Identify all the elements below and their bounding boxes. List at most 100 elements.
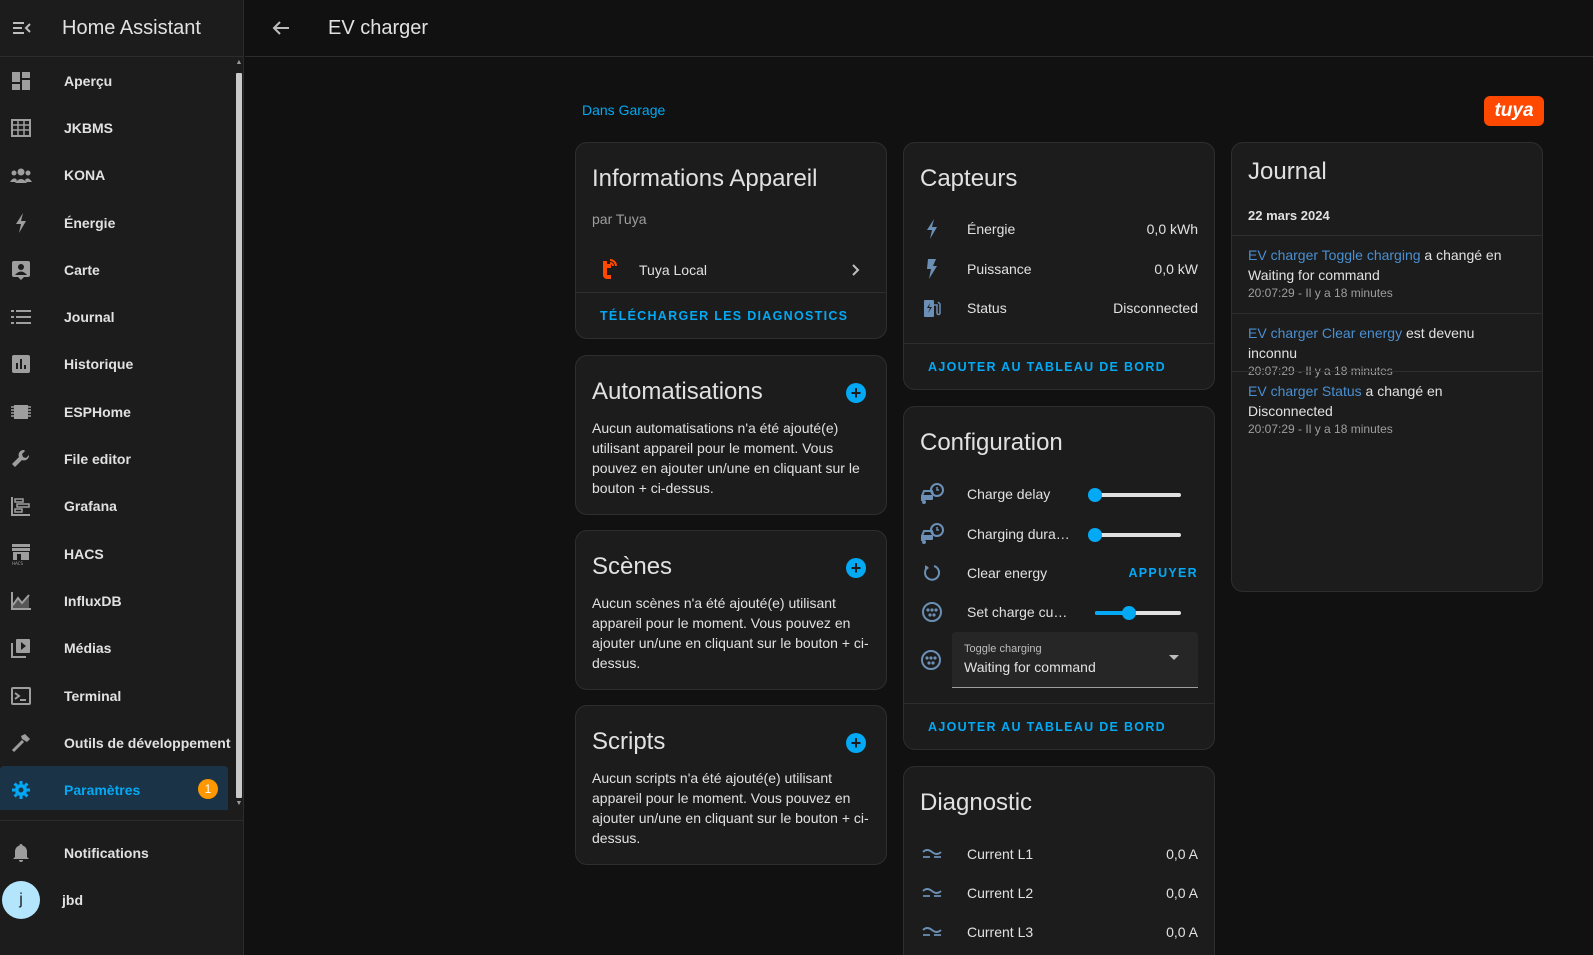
ev-station-icon (920, 296, 944, 320)
sidebar-item-label: Grafana (64, 498, 117, 515)
page-title: EV charger (328, 16, 429, 39)
add-to-dashboard-button[interactable]: AJOUTER AU TABLEAU DE BORD (904, 703, 1214, 749)
back-arrow-icon[interactable] (261, 8, 301, 48)
sensor-row-status[interactable]: Status Disconnected (920, 288, 1198, 328)
lightning-icon (10, 212, 32, 234)
logbook-entry: EV charger Toggle charging a changé en W… (1232, 235, 1542, 300)
logbook-entity-link[interactable]: EV charger Clear energy (1248, 325, 1402, 341)
sidebar-item-parametres[interactable]: Paramètres 1 (0, 766, 228, 810)
diagnostic-card: Diagnostic Current L1 0,0 A Current L2 0… (903, 766, 1215, 955)
scroll-down-arrow-icon[interactable]: ▼ (235, 800, 243, 808)
current-ac-icon (920, 881, 944, 905)
bell-icon (10, 842, 32, 864)
automations-empty-text: Aucun automatisations n'a été ajouté(e) … (592, 420, 860, 496)
table-icon (10, 117, 32, 139)
diagnostic-value: 0,0 A (1166, 846, 1198, 862)
notification-badge: 1 (198, 779, 218, 800)
sidebar-item-label: Terminal (64, 687, 122, 704)
add-to-dashboard-button[interactable]: AJOUTER AU TABLEAU DE BORD (904, 343, 1214, 389)
toggle-charging-select[interactable]: Toggle charging Waiting for command (952, 632, 1198, 688)
sidebar-item-label: Carte (64, 261, 100, 278)
play-box-icon (10, 637, 32, 659)
logbook-card: Journal 22 mars 2024 EV charger Toggle c… (1231, 142, 1543, 592)
menu-collapse-icon[interactable] (2, 8, 42, 48)
sidebar-item-terminal[interactable]: Terminal (0, 672, 236, 719)
scrollbar-thumb[interactable] (236, 73, 242, 798)
ev-plug-icon (920, 600, 944, 624)
chevron-right-icon (852, 264, 860, 276)
chip-icon (10, 401, 32, 423)
logbook-entity-link[interactable]: EV charger Status (1248, 383, 1362, 399)
device-info-card: Informations Appareil par Tuya Tuya Loca… (575, 142, 887, 339)
scripts-empty-text: Aucun scripts n'a été ajouté(e) utilisan… (592, 770, 869, 846)
sidebar-item-label: ESPHome (64, 403, 131, 420)
sidebar-item-hacs[interactable]: HACS HACS (0, 530, 236, 577)
set-charge-current-slider[interactable] (1095, 606, 1181, 620)
download-diagnostics-button[interactable]: TÉLÉCHARGER LES DIAGNOSTICS (576, 292, 886, 338)
sidebar-item-label: Énergie (64, 214, 116, 231)
sidebar-item-esphome[interactable]: ESPHome (0, 388, 236, 435)
app-title: Home Assistant (62, 16, 201, 39)
map-person-icon (10, 259, 32, 281)
sidebar-item-label: InfluxDB (64, 592, 122, 609)
slider-knob[interactable] (1088, 528, 1102, 542)
card-title: Automatisations (592, 378, 763, 405)
wrench-icon (10, 448, 32, 470)
sidebar-scrollbar[interactable]: ▲ ▼ (234, 57, 244, 810)
config-name: Set charge cu… (967, 604, 1068, 620)
logbook-entity-link[interactable]: EV charger Toggle charging (1248, 247, 1421, 263)
sidebar-item-label: Aperçu (64, 72, 113, 89)
card-title: Scripts (592, 728, 666, 755)
card-title: Scènes (592, 553, 673, 580)
sidebar-item-outils-developpement[interactable]: Outils de développement (0, 719, 236, 766)
scenes-card: Scènes + Aucun scènes n'a été ajouté(e) … (575, 530, 887, 690)
tuya-integration-icon (596, 258, 620, 282)
diagnostic-row-current-l3[interactable]: Current L3 0,0 A (920, 912, 1198, 952)
sidebar-nav: Aperçu JKBMS KONA Énergie Carte Journal (0, 57, 236, 810)
press-button[interactable]: APPUYER (1128, 566, 1198, 580)
sidebar-item-influxdb[interactable]: InfluxDB (0, 577, 236, 624)
charge-delay-slider[interactable] (1088, 488, 1181, 502)
sensor-row-energie[interactable]: Énergie 0,0 kWh (920, 209, 1198, 249)
sidebar-item-carte[interactable]: Carte (0, 246, 236, 293)
sidebar-item-historique[interactable]: Historique (0, 341, 236, 388)
slider-knob[interactable] (1088, 488, 1102, 502)
diagnostic-name: Current L1 (967, 846, 1034, 862)
store-icon: HACS (10, 543, 32, 565)
sensor-value: 0,0 kWh (1146, 221, 1198, 237)
sidebar-item-apercu[interactable]: Aperçu (0, 57, 236, 104)
tuya-brand-logo: tuya (1484, 96, 1544, 126)
sidebar-item-file-editor[interactable]: File editor (0, 435, 236, 482)
charging-duration-slider[interactable] (1088, 528, 1181, 542)
area-breadcrumb-link[interactable]: Dans Garage (582, 102, 665, 118)
sidebar-item-medias[interactable]: Médias (0, 625, 236, 672)
add-script-button[interactable]: + (846, 733, 866, 753)
automations-card: Automatisations + Aucun automatisations … (575, 355, 887, 515)
diagnostic-row-current-l1[interactable]: Current L1 0,0 A (920, 834, 1198, 874)
sidebar-item-user[interactable]: j jbd (0, 876, 244, 923)
topbar: EV charger (245, 0, 1593, 57)
sensor-row-puissance[interactable]: Puissance 0,0 kW (920, 249, 1198, 289)
sidebar-item-kona[interactable]: KONA (0, 152, 236, 199)
sidebar-item-jkbms[interactable]: JKBMS (0, 104, 236, 151)
ev-plug-icon (920, 649, 942, 671)
sidebar-header: Home Assistant (0, 0, 243, 57)
logbook-timestamp: 20:07:29 - Il y a 18 minutes (1248, 422, 1393, 436)
sidebar-item-label: JKBMS (64, 119, 114, 136)
sidebar-item-label: Notifications (64, 844, 149, 861)
card-title: Diagnostic (920, 789, 1033, 816)
add-automation-button[interactable]: + (846, 383, 866, 403)
sidebar-item-journal[interactable]: Journal (0, 293, 236, 340)
sidebar: Home Assistant Aperçu JKBMS KONA Énergie (0, 0, 244, 955)
dashboard-icon (10, 70, 32, 92)
chart-bar-icon (10, 353, 32, 375)
scroll-up-arrow-icon[interactable]: ▲ (235, 59, 243, 67)
integration-row[interactable]: Tuya Local (576, 248, 886, 292)
diagnostic-row-current-l2[interactable]: Current L2 0,0 A (920, 873, 1198, 913)
add-scene-button[interactable]: + (846, 558, 866, 578)
sidebar-item-energie[interactable]: Énergie (0, 199, 236, 246)
sidebar-item-notifications[interactable]: Notifications (0, 829, 244, 876)
integration-name: Tuya Local (639, 262, 707, 278)
flash-icon (920, 257, 944, 281)
sidebar-item-grafana[interactable]: Grafana (0, 483, 236, 530)
